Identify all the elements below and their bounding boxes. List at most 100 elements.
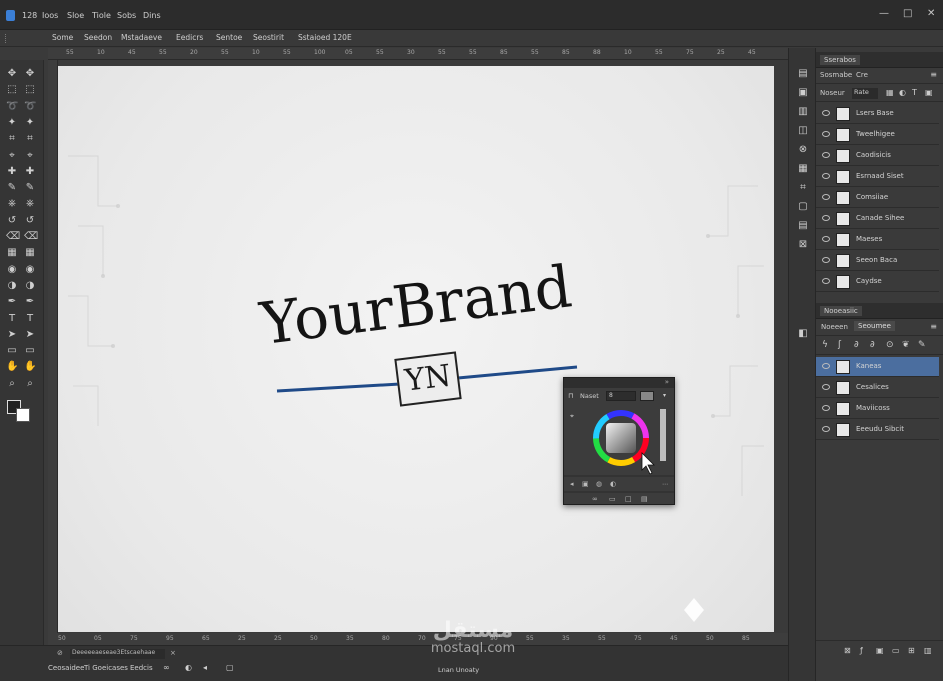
brush-preset-icon-7[interactable]: ✎ [918,340,926,350]
visibility-eye-icon[interactable] [822,257,830,263]
brush-preset-icon-3[interactable]: ∂ [854,340,859,350]
eyedropper-small-icon[interactable]: ⌖ [570,412,574,420]
history-brush-icon[interactable]: ↺ [6,215,18,227]
footer-trash-icon[interactable]: ▥ [924,646,932,655]
layer-row[interactable]: Eeeudu Sibcit [816,420,939,440]
brush-icon[interactable]: ✎ [6,182,18,194]
layer-row[interactable]: Maeses [816,230,939,250]
folder-icon[interactable]: ▭ [609,495,616,503]
grid-icon[interactable]: ⌗ [797,182,809,194]
swatches-icon[interactable]: ▦ [797,163,809,175]
document-name-field[interactable]: Deeeeeaeseae3Etscaehaae [70,649,165,659]
zoom-alt-icon[interactable]: ⌕ [24,378,36,390]
layer-row[interactable]: Comsiiae [816,188,939,208]
menu-item-3[interactable]: Sloe [67,11,84,20]
panel-tab-top-label[interactable]: Sserabos [820,55,860,65]
mask-icon[interactable]: ◍ [596,480,602,488]
filter-icon-4[interactable]: ▣ [925,88,933,97]
bottom-subtab-1[interactable]: Noeeen [821,323,848,331]
gradient-icon[interactable]: ▦ [6,247,18,259]
layers-comp-icon[interactable]: ▤ [797,220,809,232]
status-item-3[interactable]: Eedcis [130,664,153,672]
info-icon[interactable]: ▢ [797,201,809,213]
filter-icon-3[interactable]: T [912,88,917,97]
menu-item-6[interactable]: Dins [143,11,161,20]
color-value-field[interactable]: 8 [606,391,636,401]
visibility-eye-icon[interactable] [822,152,830,158]
footer-adjust-icon[interactable]: ▭ [892,646,900,655]
path-select-alt-icon[interactable]: ➤ [24,329,36,341]
lasso-icon[interactable]: ➰ [6,101,18,113]
history-icon[interactable]: ▤ [797,68,809,80]
menu-item-1[interactable]: 128 [22,11,37,20]
color-picker-panel[interactable]: » ⊓ Naset 8 ▾ ⌖ ◂ ▣ ◍ ◐ ⋯ ∞ ▭ □ ▤ [563,377,675,505]
color-tab-label[interactable]: Naset [580,392,599,400]
layer-row[interactable]: Esrnaad Siset [816,167,939,187]
ruler-top[interactable]: 55 10 45 55 20 55 10 55 100 05 55 30 55 55 85 55 85 88 10 5… [48,48,788,60]
close-icon[interactable]: ✕ [927,8,935,19]
layer-row[interactable]: Caodisicis [816,146,939,166]
brush-preset-icon-2[interactable]: ʃ [838,340,841,350]
panel-tab-top[interactable]: Sserabos [816,52,943,68]
visibility-eye-icon[interactable] [822,215,830,221]
visibility-eye-icon[interactable] [822,278,830,284]
hand-icon[interactable]: ✋ [6,361,18,373]
visibility-eye-icon[interactable] [822,426,830,432]
eraser-icon[interactable]: ⌫ [6,231,20,243]
ruler-left[interactable] [48,60,58,635]
close-doc-icon[interactable]: × [170,649,176,657]
bottom-subtab-2[interactable]: Seoumee [854,321,895,331]
status-item-1[interactable]: Ceosaidee [48,664,84,672]
layer-row[interactable]: Lsers Base [816,104,939,124]
new-swatch-icon[interactable]: ◐ [610,480,616,488]
pen-icon[interactable]: ✒ [6,296,18,308]
panel-header[interactable]: » [564,378,674,388]
visibility-eye-icon[interactable] [822,173,830,179]
heal-alt-icon[interactable]: ✚ [24,166,36,178]
menu-item-5[interactable]: Sobs [117,11,136,20]
paragraph-icon[interactable]: ◧ [797,328,809,340]
marquee-alt-icon[interactable]: ⬚ [24,84,36,96]
brush-alt-icon[interactable]: ✎ [24,182,36,194]
crop-alt-icon[interactable]: ⌗ [24,133,36,145]
color-wheel-area[interactable]: ⌖ ◂ ▣ ◍ ◐ ⋯ ∞ ▭ □ ▤ [564,404,674,504]
status-check-icon[interactable]: ⊘ [57,649,63,657]
link-status-icon[interactable]: ∞ [163,663,170,672]
dropdown-arrow-icon[interactable]: ▾ [663,392,666,399]
eraser-alt-icon[interactable]: ⌫ [24,231,38,243]
shape-icon[interactable]: ▭ [6,345,18,357]
channels-icon[interactable]: ◫ [797,125,809,137]
panel-menu-icon[interactable]: ≡ [930,70,937,79]
status-item-2[interactable]: Ti Goeicases [84,664,128,672]
footer-link-icon[interactable]: ⊠ [844,646,851,655]
blur-icon[interactable]: ◉ [6,264,18,276]
adjust-icon[interactable]: ◂ [570,480,574,488]
stop-icon[interactable]: ▢ [226,663,234,672]
filter-icon-1[interactable]: ▦ [886,88,894,97]
type-icon[interactable]: T [6,313,18,325]
option-2[interactable]: Seedon [84,33,112,42]
lasso-alt-icon[interactable]: ➰ [24,101,36,113]
visibility-eye-icon[interactable] [822,194,830,200]
path-select-icon[interactable]: ➤ [6,329,18,341]
filter-icon-2[interactable]: ◐ [899,88,906,97]
move-icon[interactable]: ✥ [6,68,18,80]
layer-row[interactable]: Canade Sihee [816,209,939,229]
filter-input[interactable]: Rate [852,88,878,99]
visibility-eye-icon[interactable] [822,405,830,411]
blur-alt-icon[interactable]: ◉ [24,264,36,276]
minimize-icon[interactable]: — [879,8,889,19]
properties-icon[interactable]: ▣ [797,87,809,99]
option-7[interactable]: Sstaioed 120E [298,33,352,42]
maximize-icon[interactable]: □ [903,8,912,19]
layer-row[interactable]: Kaneas [816,357,939,377]
menu-item-4[interactable]: Tiole [92,11,111,20]
history-brush-alt-icon[interactable]: ↺ [24,215,36,227]
saturation-square[interactable] [606,423,636,453]
grip-icon[interactable] [5,34,9,43]
brush-preset-icon-6[interactable]: ❦ [902,340,910,350]
vertical-slider[interactable] [660,409,666,461]
character-icon[interactable]: ⊠ [797,239,809,251]
new-icon[interactable]: □ [625,495,632,503]
marquee-icon[interactable]: ⬚ [6,84,18,96]
